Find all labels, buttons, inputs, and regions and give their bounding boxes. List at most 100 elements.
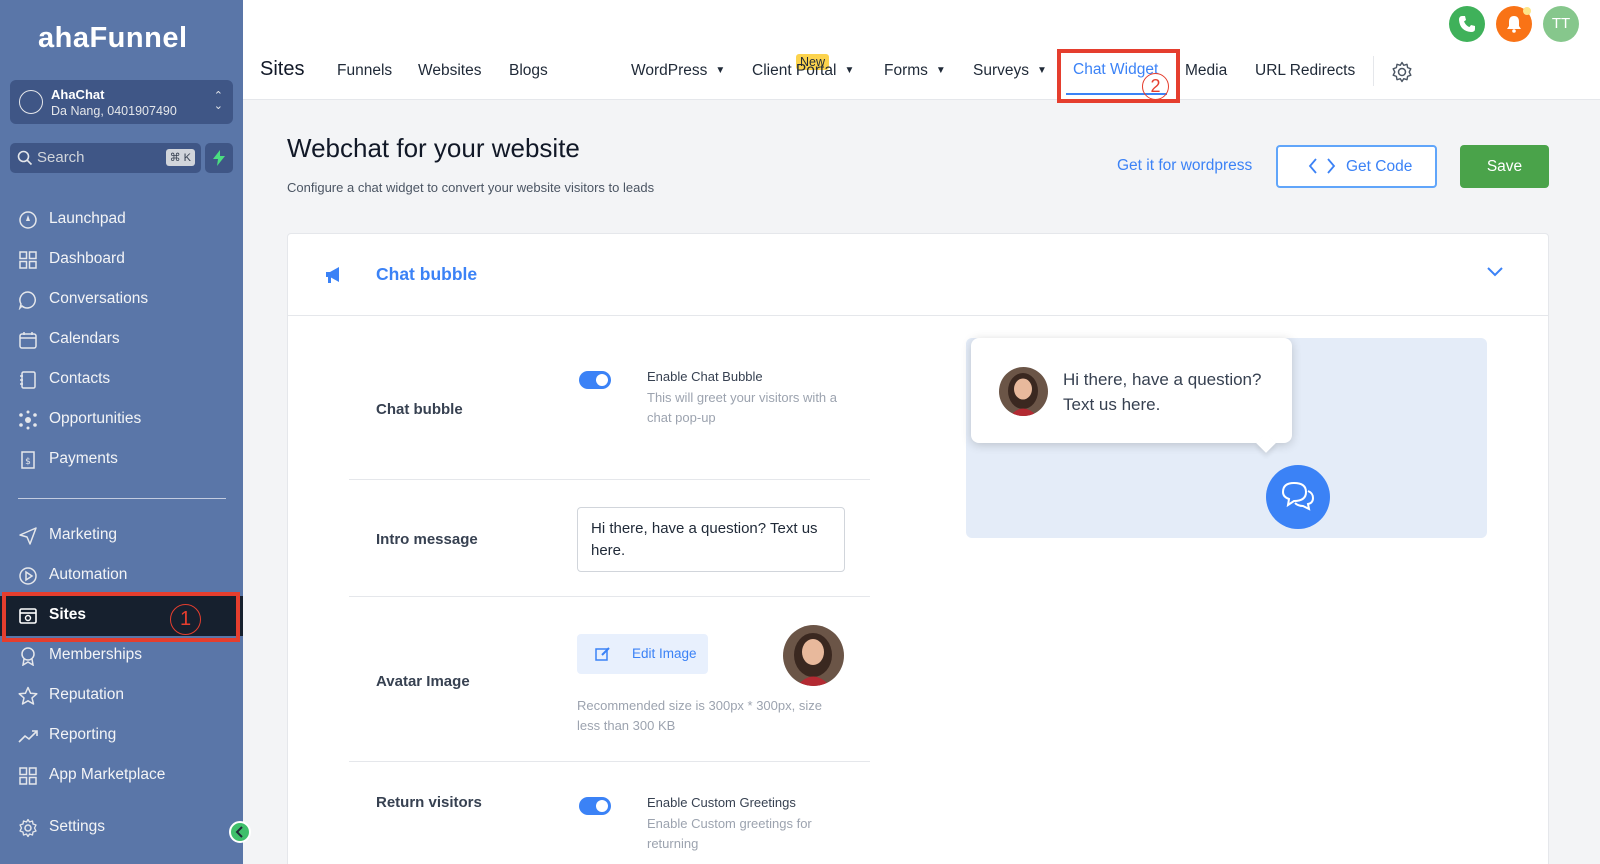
custom-greetings-title: Enable Custom Greetings [647, 795, 796, 810]
phone-button[interactable] [1449, 6, 1485, 42]
trend-icon [18, 730, 38, 743]
tab-url-redirects[interactable]: URL Redirects [1255, 62, 1355, 80]
sidebar-item-dashboard[interactable]: Dashboard [0, 240, 243, 280]
sidebar-item-label: Contacts [49, 370, 111, 387]
tab-media[interactable]: Media [1185, 62, 1227, 80]
tab-forms[interactable]: Forms ▼ [884, 62, 946, 80]
payments-icon: $ [21, 451, 35, 469]
sidebar-item-label: Launchpad [49, 210, 126, 227]
get-code-button[interactable]: Get Code [1276, 145, 1437, 188]
card-header[interactable]: Chat bubble [288, 234, 1548, 316]
grid-icon [19, 767, 37, 785]
tab-label: Media [1185, 62, 1228, 79]
notifications-button[interactable] [1496, 6, 1532, 42]
chat-bubbles-icon [1281, 481, 1315, 511]
row-divider [349, 479, 870, 480]
sidebar-item-conversations[interactable]: Conversations [0, 280, 243, 320]
sidebar-item-contacts[interactable]: Contacts [0, 360, 243, 400]
edit-image-button[interactable]: Edit Image [577, 634, 708, 674]
return-visitors-label: Return visitors [376, 794, 482, 811]
grid-icon [19, 251, 37, 269]
sidebar-item-reputation[interactable]: Reputation [0, 676, 243, 716]
avatar-image-label: Avatar Image [376, 673, 470, 690]
save-button[interactable]: Save [1460, 145, 1549, 188]
code-icon [1308, 158, 1336, 174]
tab-label: WordPress [631, 62, 708, 79]
calendar-icon [19, 332, 37, 349]
quick-action-button[interactable] [205, 143, 233, 173]
app-logo[interactable]: ahaFunnel [38, 22, 188, 55]
chevron-down-icon: ▼ [935, 65, 946, 76]
preview-chat-bubble: Hi there, have a question? Text us here. [971, 338, 1292, 443]
sidebar-item-label: Opportunities [49, 410, 142, 427]
avatar-size-note: Recommended size is 300px * 300px, size … [577, 698, 822, 733]
sidebar-item-payments[interactable]: $ Payments [0, 440, 243, 480]
preview-chat-launcher [1266, 465, 1330, 529]
collapse-sidebar-button[interactable] [229, 821, 251, 843]
opportunities-icon [19, 410, 37, 430]
user-avatar[interactable]: TT [1543, 6, 1579, 42]
chat-bubble-label: Chat bubble [376, 401, 463, 418]
tab-client-portal[interactable]: Client Portal ▼ [752, 62, 854, 80]
bell-icon [1507, 16, 1521, 33]
tab-separator [1373, 56, 1374, 86]
sidebar-item-label: Conversations [49, 290, 149, 307]
sidebar: ahaFunnel AhaChat Da Nang, 0401907490 ⌃ ⌄… [0, 0, 251, 864]
tab-blogs[interactable]: Blogs [509, 62, 548, 80]
return-visitors-toggle[interactable] [579, 797, 611, 815]
sidebar-item-label: Reporting [49, 726, 117, 743]
tab-surveys[interactable]: Surveys ▼ [973, 62, 1047, 80]
chevron-updown-icon: ⌃ ⌄ [213, 90, 223, 112]
sidebar-item-label: Payments [49, 450, 118, 467]
account-name: AhaChat [51, 87, 105, 102]
get-it-for-wordpress-link[interactable]: Get it for wordpress [1117, 157, 1252, 175]
contacts-icon [20, 371, 36, 389]
chat-widget-preview: Hi there, have a question? Text us here. [966, 338, 1487, 538]
tab-label: Surveys [973, 62, 1029, 79]
memberships-icon [21, 647, 35, 666]
row-divider [349, 761, 870, 762]
star-icon [18, 686, 38, 705]
row-divider [349, 596, 870, 597]
sidebar-item-label: Automation [49, 566, 128, 583]
tab-label: Funnels [337, 62, 393, 79]
sidebar-divider [18, 498, 226, 499]
chevron-down-icon: ▼ [715, 65, 726, 76]
sidebar-item-opportunities[interactable]: Opportunities [0, 400, 243, 440]
tab-label: Client Portal [752, 62, 837, 79]
account-icon [19, 90, 43, 114]
sidebar-search[interactable]: Search ⌘ K [10, 143, 201, 173]
sidebar-item-calendars[interactable]: Calendars [0, 320, 243, 360]
edit-image-label: Edit Image [632, 646, 697, 661]
tab-funnels[interactable]: Funnels [337, 62, 392, 80]
sidebar-item-app-marketplace[interactable]: App Marketplace [0, 756, 243, 796]
annotation-box-sites [2, 592, 240, 642]
sidebar-item-settings[interactable]: Settings [0, 808, 243, 848]
automation-icon [19, 567, 37, 585]
account-switcher[interactable]: AhaChat Da Nang, 0401907490 ⌃ ⌄ [10, 80, 233, 124]
tab-wordpress[interactable]: WordPress ▼ [631, 62, 725, 80]
sidebar-item-marketing[interactable]: Marketing [0, 516, 243, 556]
chat-icon [18, 291, 36, 310]
megaphone-icon [326, 267, 339, 283]
notification-dot [1523, 7, 1531, 15]
sidebar-item-reporting[interactable]: Reporting [0, 716, 243, 756]
annotation-number-1: 1 [170, 604, 201, 635]
sidebar-item-launchpad[interactable]: Launchpad [0, 200, 243, 240]
search-icon [17, 150, 33, 166]
avatar-image [783, 625, 844, 686]
custom-greetings-desc: Enable Custom greetings for returning [647, 816, 812, 851]
chevron-down-icon: ▼ [1037, 65, 1047, 76]
sidebar-item-label: Memberships [49, 646, 143, 663]
chat-bubble-card: Chat bubble Chat bubble Enable Chat Bubb… [287, 233, 1549, 864]
sidebar-item-memberships[interactable]: Memberships [0, 636, 243, 676]
gear-icon[interactable] [1391, 61, 1413, 83]
sidebar-item-automation[interactable]: Automation [0, 556, 243, 596]
intro-message-input[interactable]: Hi there, have a question? Text us here. [577, 507, 845, 572]
sidebar-item-label: Reputation [49, 686, 124, 703]
tab-label: Websites [418, 62, 482, 79]
rocket-icon [19, 211, 37, 229]
svg-text:$: $ [25, 457, 31, 467]
tab-websites[interactable]: Websites [418, 62, 481, 80]
chat-bubble-toggle[interactable] [579, 371, 611, 389]
